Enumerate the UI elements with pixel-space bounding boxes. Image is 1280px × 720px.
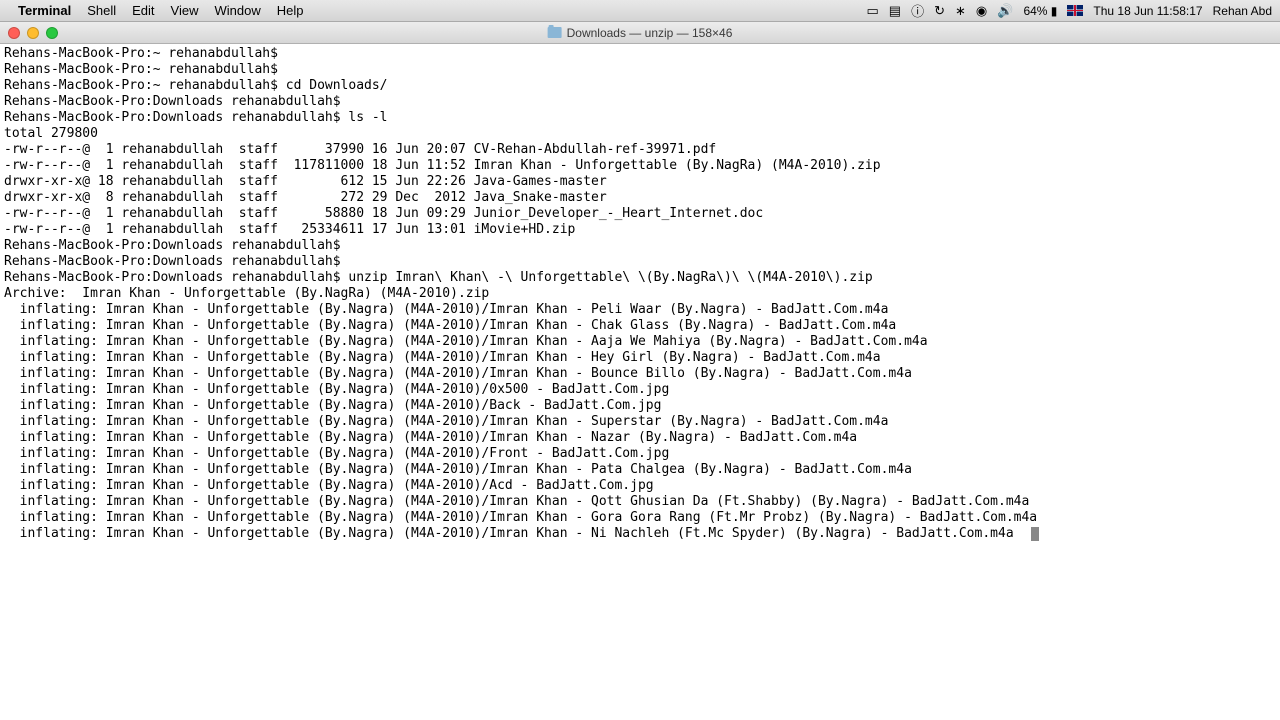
terminal-line: -rw-r--r--@ 1 rehanabdullah staff 58880 …: [4, 206, 1276, 222]
terminal-line: total 279800: [4, 126, 1276, 142]
zoom-button[interactable]: [46, 27, 58, 39]
terminal-line: inflating: Imran Khan - Unforgettable (B…: [4, 478, 1276, 494]
terminal-line: inflating: Imran Khan - Unforgettable (B…: [4, 334, 1276, 350]
terminal-line: Rehans-MacBook-Pro:~ rehanabdullah$ cd D…: [4, 78, 1276, 94]
menubar-clock[interactable]: Thu 18 Jun 11:58:17: [1093, 4, 1202, 18]
traffic-lights: [0, 27, 58, 39]
close-button[interactable]: [8, 27, 20, 39]
minimize-button[interactable]: [27, 27, 39, 39]
terminal-line: Rehans-MacBook-Pro:Downloads rehanabdull…: [4, 270, 1276, 286]
terminal-line: Rehans-MacBook-Pro:~ rehanabdullah$: [4, 62, 1276, 78]
terminal-line: Rehans-MacBook-Pro:Downloads rehanabdull…: [4, 238, 1276, 254]
terminal-line: Archive: Imran Khan - Unforgettable (By.…: [4, 286, 1276, 302]
terminal-line: Rehans-MacBook-Pro:Downloads rehanabdull…: [4, 254, 1276, 270]
terminal-line: inflating: Imran Khan - Unforgettable (B…: [4, 382, 1276, 398]
terminal-line: inflating: Imran Khan - Unforgettable (B…: [4, 526, 1276, 542]
terminal-line: Rehans-MacBook-Pro:Downloads rehanabdull…: [4, 110, 1276, 126]
terminal-line: inflating: Imran Khan - Unforgettable (B…: [4, 462, 1276, 478]
terminal-line: inflating: Imran Khan - Unforgettable (B…: [4, 430, 1276, 446]
input-source-flag-icon[interactable]: [1067, 5, 1083, 16]
battery-status[interactable]: 64% ▮: [1023, 4, 1057, 18]
terminal-line: Rehans-MacBook-Pro:~ rehanabdullah$: [4, 46, 1276, 62]
window-title: Downloads — unzip — 158×46: [548, 26, 733, 40]
terminal-line: Rehans-MacBook-Pro:Downloads rehanabdull…: [4, 94, 1276, 110]
accessibility-icon[interactable]: ⓘ: [911, 1, 924, 20]
folder-icon: [548, 27, 562, 38]
terminal-line: drwxr-xr-x@ 18 rehanabdullah staff 612 1…: [4, 174, 1276, 190]
battery-percent: 64%: [1023, 4, 1047, 18]
terminal-line: inflating: Imran Khan - Unforgettable (B…: [4, 350, 1276, 366]
display-icon[interactable]: ▤: [889, 3, 901, 19]
menubar-user[interactable]: Rehan Abd: [1213, 4, 1272, 18]
wifi-icon[interactable]: ◉: [976, 3, 987, 19]
cursor: [1031, 527, 1039, 541]
window-titlebar[interactable]: Downloads — unzip — 158×46: [0, 22, 1280, 44]
terminal-line: inflating: Imran Khan - Unforgettable (B…: [4, 302, 1276, 318]
menu-help[interactable]: Help: [277, 3, 304, 18]
menu-shell[interactable]: Shell: [87, 3, 116, 18]
app-name[interactable]: Terminal: [18, 3, 71, 18]
terminal-line: inflating: Imran Khan - Unforgettable (B…: [4, 414, 1276, 430]
terminal-content[interactable]: Rehans-MacBook-Pro:~ rehanabdullah$Rehan…: [0, 44, 1280, 544]
terminal-line: inflating: Imran Khan - Unforgettable (B…: [4, 446, 1276, 462]
screen-share-icon[interactable]: ▭: [866, 3, 878, 19]
terminal-line: -rw-r--r--@ 1 rehanabdullah staff 117811…: [4, 158, 1276, 174]
menu-view[interactable]: View: [171, 3, 199, 18]
time-machine-icon[interactable]: ↻: [934, 3, 945, 19]
terminal-line: inflating: Imran Khan - Unforgettable (B…: [4, 494, 1276, 510]
terminal-line: inflating: Imran Khan - Unforgettable (B…: [4, 398, 1276, 414]
terminal-line: inflating: Imran Khan - Unforgettable (B…: [4, 510, 1276, 526]
volume-icon[interactable]: 🔊: [997, 3, 1013, 19]
terminal-line: inflating: Imran Khan - Unforgettable (B…: [4, 318, 1276, 334]
terminal-line: -rw-r--r--@ 1 rehanabdullah staff 253346…: [4, 222, 1276, 238]
menubar: Terminal Shell Edit View Window Help ▭ ▤…: [0, 0, 1280, 22]
terminal-line: inflating: Imran Khan - Unforgettable (B…: [4, 366, 1276, 382]
bluetooth-icon[interactable]: ∗: [955, 3, 966, 19]
menu-edit[interactable]: Edit: [132, 3, 154, 18]
terminal-line: -rw-r--r--@ 1 rehanabdullah staff 37990 …: [4, 142, 1276, 158]
window-title-text: Downloads — unzip — 158×46: [567, 26, 733, 40]
terminal-line: drwxr-xr-x@ 8 rehanabdullah staff 272 29…: [4, 190, 1276, 206]
menu-window[interactable]: Window: [215, 3, 261, 18]
